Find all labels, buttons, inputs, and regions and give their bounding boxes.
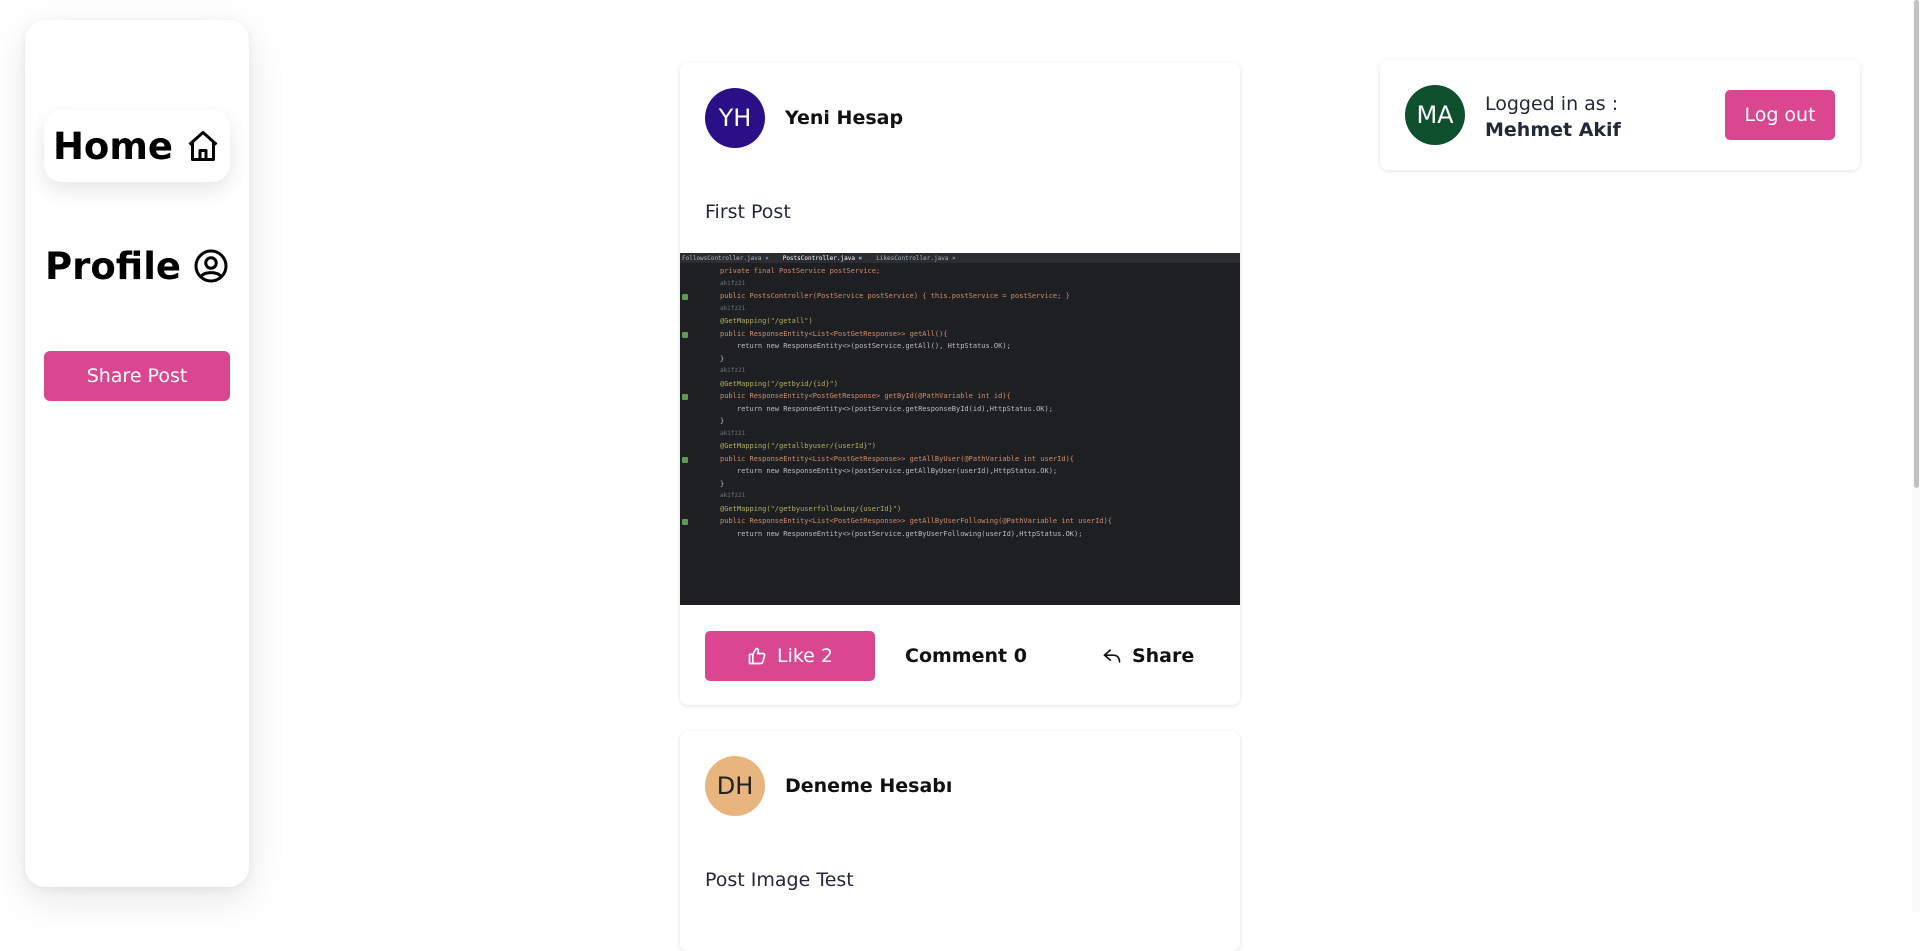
post-card: YH Yeni Hesap First Post FollowsControll… bbox=[680, 63, 1240, 705]
code-line: @GetMapping("/getallbyuser/{userId}") bbox=[720, 442, 876, 450]
user-circle-icon bbox=[194, 249, 228, 283]
nav-profile-label: Profile bbox=[45, 244, 181, 288]
author-name[interactable]: Deneme Hesabı bbox=[785, 775, 952, 797]
logged-in-user-name: Mehmet Akif bbox=[1485, 119, 1621, 141]
page-scrollbar[interactable] bbox=[1912, 0, 1920, 912]
code-line: public PostsController(PostService postS… bbox=[720, 292, 1070, 300]
thumbs-up-icon bbox=[748, 647, 766, 665]
nav-home-label: Home bbox=[52, 124, 174, 168]
code-line: akifz21 bbox=[720, 429, 746, 437]
code-line: @GetMapping("/getall") bbox=[720, 317, 813, 325]
share-label: Share bbox=[1131, 645, 1195, 667]
post-header: DH Deneme Hesabı bbox=[705, 756, 952, 816]
gutter-marker bbox=[682, 394, 688, 400]
code-line: return new ResponseEntity<>(postService.… bbox=[720, 529, 1083, 538]
gutter-marker bbox=[682, 519, 688, 525]
post-text: Post Image Test bbox=[705, 869, 854, 891]
code-line: akifz21 bbox=[720, 367, 746, 374]
gutter-marker bbox=[682, 294, 688, 300]
code-line: } bbox=[720, 417, 725, 425]
gutter-marker bbox=[682, 456, 688, 463]
code-editor-tabs: FollowsController.java × PostsController.… bbox=[680, 253, 1240, 263]
code-line: public ResponseEntity<PostGetResponse> g… bbox=[720, 392, 1011, 400]
post-image: FollowsController.java × PostsController.… bbox=[680, 253, 1240, 605]
nav-profile[interactable]: Profile bbox=[44, 230, 230, 302]
share-button[interactable]: Share bbox=[1102, 645, 1194, 667]
code-line: public ResponseEntity<List<PostGetRespon… bbox=[720, 517, 1112, 525]
code-tab: FollowsController.java × bbox=[682, 254, 769, 262]
code-line: akifz21 bbox=[720, 492, 746, 499]
nav-home[interactable]: Home bbox=[44, 110, 230, 182]
user-avatar: MA bbox=[1405, 85, 1465, 145]
code-line: return new ResponseEntity<>(postService.… bbox=[720, 342, 1011, 350]
code-line: public ResponseEntity<List<PostGetRespon… bbox=[720, 329, 948, 338]
code-line: akifz21 bbox=[720, 304, 746, 312]
home-icon bbox=[188, 131, 218, 161]
like-button[interactable]: Like 2 bbox=[705, 631, 875, 681]
code-line: return new ResponseEntity<>(postService.… bbox=[720, 404, 1053, 413]
post-header: YH Yeni Hesap bbox=[705, 88, 903, 148]
post-actions: Like 2 Comment 0 Share bbox=[705, 631, 1225, 681]
logout-button[interactable]: Log out bbox=[1725, 90, 1835, 140]
code-line: } bbox=[720, 354, 725, 363]
code-line: @GetMapping("/getbyid/{id}") bbox=[720, 379, 839, 388]
code-line: akifz21 bbox=[720, 279, 746, 287]
code-line: public ResponseEntity<List<PostGetRespon… bbox=[720, 454, 1075, 463]
code-line: private final PostService postService; bbox=[720, 267, 881, 275]
comment-button[interactable]: Comment 0 bbox=[905, 645, 1027, 667]
code-line: } bbox=[720, 479, 725, 488]
scrollbar-thumb[interactable] bbox=[1914, 0, 1919, 488]
post-text: First Post bbox=[705, 201, 791, 223]
reply-arrow-icon bbox=[1103, 649, 1121, 663]
sidebar: Home Profile Share Post bbox=[25, 20, 249, 887]
share-post-button[interactable]: Share Post bbox=[44, 351, 230, 401]
post-card: DH Deneme Hesabı Post Image Test bbox=[680, 731, 1240, 951]
author-name[interactable]: Yeni Hesap bbox=[785, 107, 903, 129]
code-tab: PostsController.java × bbox=[782, 254, 863, 262]
code-line: return new ResponseEntity<>(postService.… bbox=[720, 467, 1058, 475]
gutter-marker bbox=[682, 331, 688, 338]
author-avatar[interactable]: DH bbox=[705, 756, 765, 816]
logged-in-label: Logged in as : bbox=[1485, 93, 1619, 115]
code-tab: LikesController.java × bbox=[876, 254, 956, 262]
author-avatar[interactable]: YH bbox=[705, 88, 765, 148]
code-line: @GetMapping("/getbyuserfollowing/{userId… bbox=[720, 504, 902, 513]
like-label: Like 2 bbox=[776, 645, 833, 667]
user-card: MA Logged in as : Mehmet Akif Log out bbox=[1380, 60, 1860, 170]
